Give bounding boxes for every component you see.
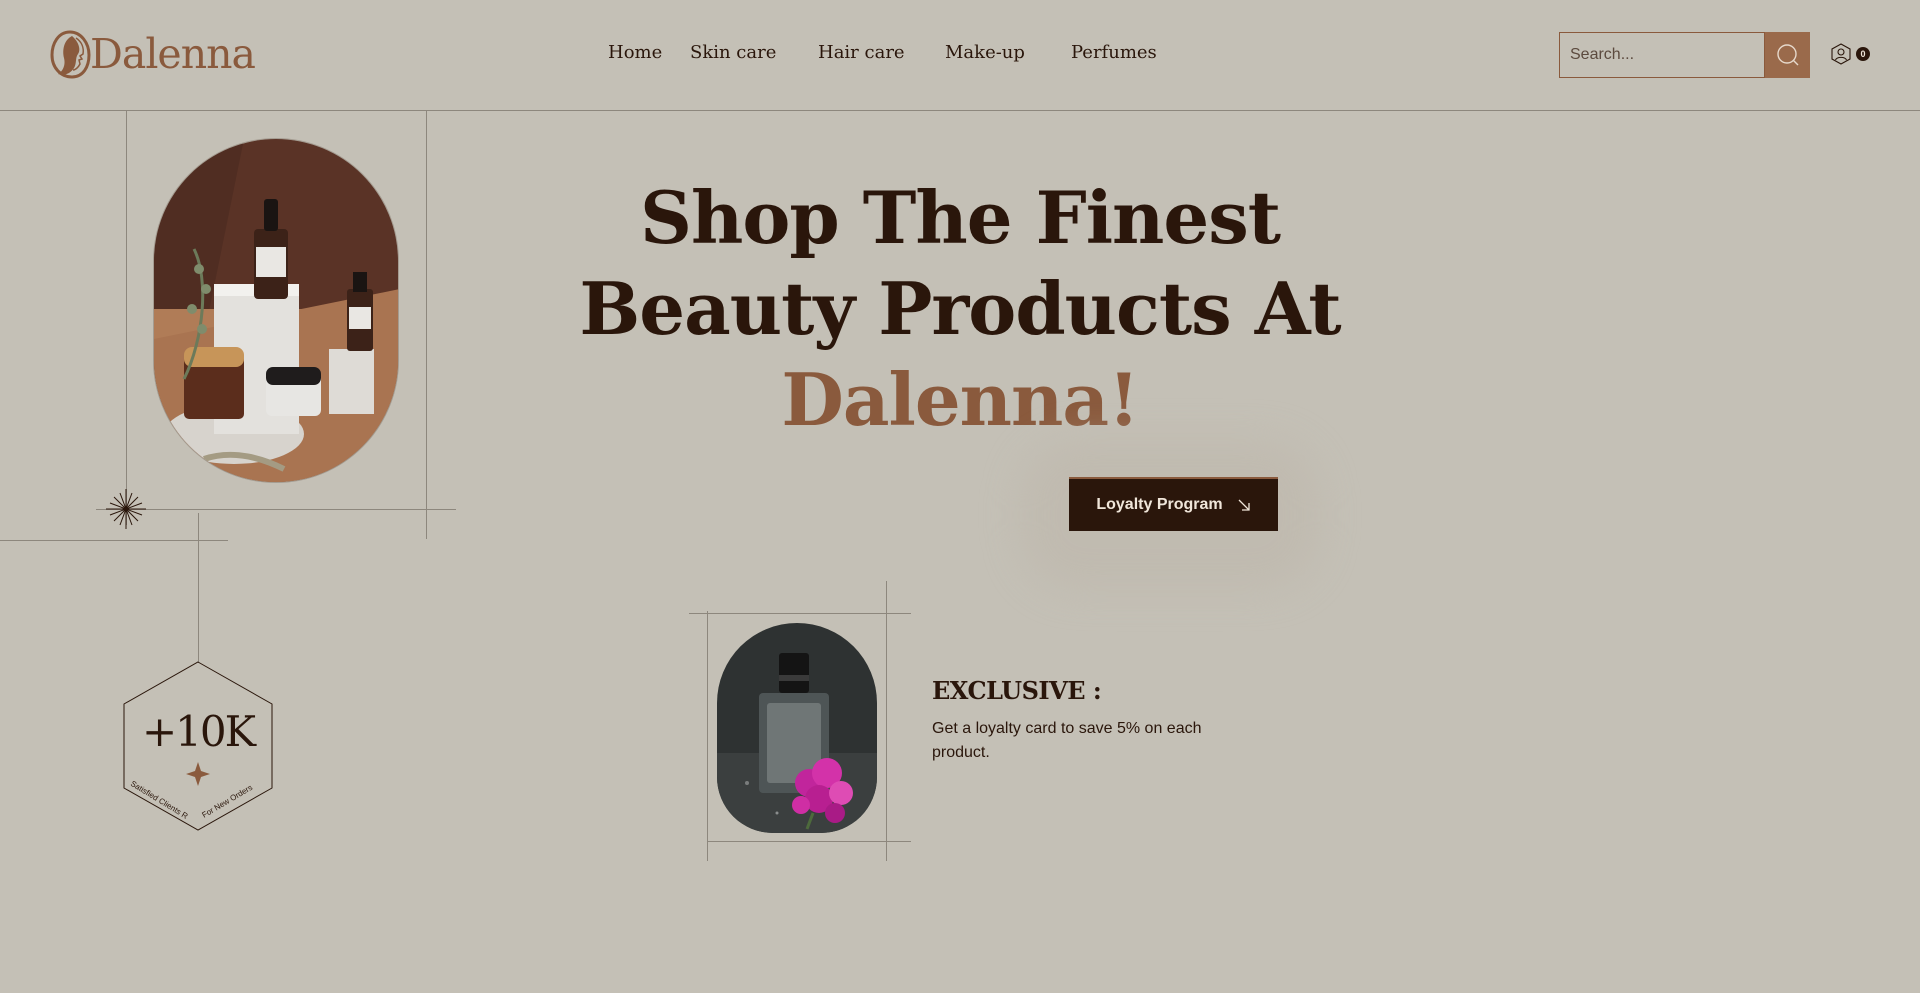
- user-icon[interactable]: [1830, 43, 1852, 65]
- nav-item-skin-care[interactable]: Skin care: [690, 42, 776, 63]
- frame-line: [198, 513, 199, 663]
- account-cart[interactable]: 0: [1830, 43, 1870, 65]
- hero-title-line1: Shop The Finest: [640, 175, 1281, 260]
- perfume-image: [717, 623, 877, 833]
- hero-skincare-image: [153, 138, 399, 483]
- frame-line: [707, 841, 911, 842]
- hero-title-line2: Beauty Products At: [579, 266, 1341, 351]
- search-icon: [1776, 44, 1798, 66]
- arrow-down-right-icon: [1238, 499, 1250, 511]
- site-header: Dalenna Home Skin care Hair care Make-up…: [0, 0, 1920, 111]
- frame-line: [426, 111, 427, 539]
- loyalty-program-label: Loyalty Program: [1096, 496, 1223, 513]
- skincare-products-illustration: [154, 139, 398, 482]
- nav-item-hair-care[interactable]: Hair care: [818, 42, 905, 63]
- frame-line: [707, 611, 708, 861]
- exclusive-title: EXCLUSIVE :: [932, 676, 1102, 705]
- perfume-bottle-illustration: [717, 623, 877, 833]
- search-button[interactable]: [1765, 32, 1810, 78]
- hero-title-brand: Dalenna!: [781, 357, 1139, 442]
- nav-item-make-up[interactable]: Make-up: [945, 42, 1025, 63]
- frame-line: [886, 581, 887, 861]
- loyalty-program-button[interactable]: Loyalty Program: [1069, 477, 1278, 531]
- sparkle-star-icon: [106, 489, 146, 529]
- hero-title: Shop The Finest Beauty Products At Dalen…: [560, 172, 1360, 445]
- exclusive-text: Get a loyalty card to save 5% on each pr…: [932, 720, 1202, 761]
- cart-count-badge: 0: [1856, 47, 1870, 61]
- stats-value: +10K: [141, 707, 256, 756]
- search-input[interactable]: [1559, 32, 1765, 78]
- stats-label-right: For New Orders: [200, 783, 254, 820]
- frame-line: [0, 540, 228, 541]
- nav-item-home[interactable]: Home: [608, 42, 662, 63]
- frame-line: [126, 111, 127, 525]
- frame-line: [689, 613, 911, 614]
- frame-line: [96, 509, 456, 510]
- nav-item-perfumes[interactable]: Perfumes: [1071, 42, 1157, 63]
- sparkle-icon: [186, 762, 210, 786]
- search-bar: [1559, 32, 1810, 78]
